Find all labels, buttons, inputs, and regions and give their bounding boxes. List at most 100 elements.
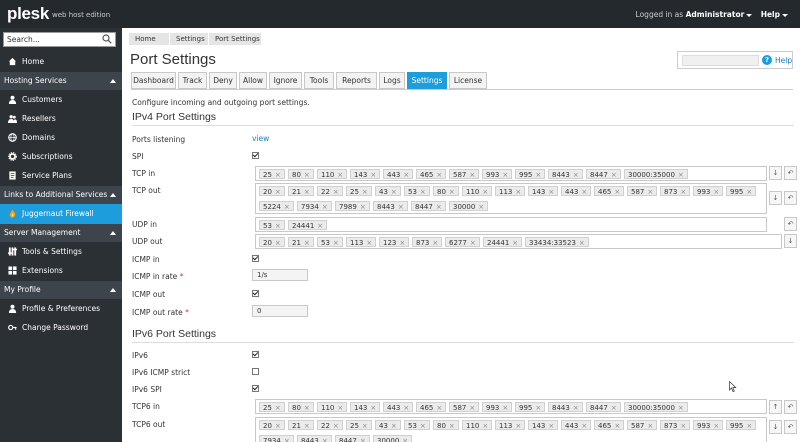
icmp-out-checkbox[interactable] xyxy=(252,290,259,297)
collapse-icon[interactable] xyxy=(110,288,116,292)
port-tag[interactable]: 7934 × xyxy=(259,435,294,442)
chevron-down-icon[interactable] xyxy=(746,13,753,17)
icmp-in-checkbox[interactable] xyxy=(252,255,259,262)
port-tag[interactable]: 443 × xyxy=(561,420,592,430)
tcp-in-field[interactable]: 25 × 80 × 110 × 143 × 443 × 465 × 587 × 993 × 995 × 8443 × 8… xyxy=(255,166,767,181)
port-tag[interactable]: 53 × xyxy=(259,220,285,230)
port-tag[interactable]: 80 × xyxy=(433,186,459,196)
breadcrumb-port-settings[interactable]: Port Settings xyxy=(209,33,261,45)
remove-tag-icon[interactable]: × xyxy=(333,188,339,196)
sidebar-section-server[interactable]: Server Management xyxy=(0,224,122,242)
remove-tag-icon[interactable]: × xyxy=(680,422,686,430)
reset-button[interactable]: ↶ xyxy=(784,420,797,434)
tab-reports[interactable]: Reports xyxy=(336,72,377,89)
search-icon[interactable] xyxy=(102,34,112,44)
sidebar-item-juggernaut[interactable]: Juggernaut Firewall xyxy=(0,204,122,224)
port-tag[interactable]: 24441 × xyxy=(288,220,328,230)
help-menu[interactable]: Help xyxy=(761,10,780,19)
port-tag[interactable]: 113 × xyxy=(495,420,526,430)
port-tag[interactable]: 20 × xyxy=(259,237,285,247)
icmp-out-rate-input[interactable]: 0 xyxy=(252,305,308,317)
remove-tag-icon[interactable]: × xyxy=(370,171,376,179)
remove-tag-icon[interactable]: × xyxy=(304,188,310,196)
remove-tag-icon[interactable]: × xyxy=(432,239,438,247)
tab-license[interactable]: License xyxy=(449,72,487,89)
sidebar-section-hosting[interactable]: Hosting Services xyxy=(0,72,122,90)
port-tag[interactable]: 22 × xyxy=(317,186,343,196)
port-tag[interactable]: 587 × xyxy=(627,186,658,196)
ipv6-icmp-strict-checkbox[interactable] xyxy=(252,368,259,375)
tcp-out-field[interactable]: 20 × 21 × 22 × 25 × 43 × 53 × 80 × 110 × 113 × 143 × 443 × 465… xyxy=(255,183,767,214)
remove-tag-icon[interactable]: × xyxy=(647,422,653,430)
collapse-icon[interactable] xyxy=(110,79,116,83)
remove-tag-icon[interactable]: × xyxy=(284,203,290,211)
port-tag[interactable]: 8447 × xyxy=(411,201,446,211)
remove-tag-icon[interactable]: × xyxy=(436,203,442,211)
remove-tag-icon[interactable]: × xyxy=(402,437,408,442)
remove-tag-icon[interactable]: × xyxy=(573,171,579,179)
port-tag[interactable]: 80 × xyxy=(433,420,459,430)
remove-tag-icon[interactable]: × xyxy=(647,188,653,196)
remove-tag-icon[interactable]: × xyxy=(482,422,488,430)
port-tag[interactable]: 993 × xyxy=(693,420,724,430)
remove-tag-icon[interactable]: × xyxy=(284,437,290,442)
remove-tag-icon[interactable]: × xyxy=(337,171,343,179)
reset-button[interactable]: ↶ xyxy=(784,191,797,205)
tab-logs[interactable]: Logs xyxy=(379,72,405,89)
remove-tag-icon[interactable]: × xyxy=(512,239,518,247)
port-tag[interactable]: 465 × xyxy=(416,402,447,412)
remove-tag-icon[interactable]: × xyxy=(502,171,508,179)
remove-tag-icon[interactable]: × xyxy=(579,239,585,247)
port-tag[interactable]: 20 × xyxy=(259,420,285,430)
collapse-icon[interactable] xyxy=(110,193,116,197)
breadcrumb-home[interactable]: Home xyxy=(129,33,169,45)
port-tag[interactable]: 587 × xyxy=(449,402,480,412)
remove-tag-icon[interactable]: × xyxy=(548,422,554,430)
tcp6-in-field[interactable]: 25 × 80 × 110 × 143 × 443 × 465 × 587 × 993 × 995 × 8443 × 8… xyxy=(255,399,767,414)
remove-tag-icon[interactable]: × xyxy=(502,404,508,412)
port-tag[interactable]: 8447 × xyxy=(586,402,621,412)
sidebar-item-change-password[interactable]: Change Password xyxy=(0,318,122,337)
port-tag[interactable]: 873 × xyxy=(660,420,691,430)
remove-tag-icon[interactable]: × xyxy=(746,422,752,430)
icmp-in-rate-input[interactable]: 1/s xyxy=(252,269,308,281)
sort-button[interactable]: ↓ xyxy=(769,191,782,205)
user-menu[interactable]: Administrator xyxy=(686,10,745,19)
remove-tag-icon[interactable]: × xyxy=(275,422,281,430)
sidebar-item-extensions[interactable]: Extensions xyxy=(0,261,122,280)
port-tag[interactable]: 30000:35000 × xyxy=(624,169,688,179)
port-tag[interactable]: 143 × xyxy=(350,169,381,179)
remove-tag-icon[interactable]: × xyxy=(614,422,620,430)
port-tag[interactable]: 587 × xyxy=(627,420,658,430)
remove-tag-icon[interactable]: × xyxy=(611,171,617,179)
port-tag[interactable]: 587 × xyxy=(449,169,480,179)
remove-tag-icon[interactable]: × xyxy=(470,239,476,247)
tab-deny[interactable]: Deny xyxy=(209,72,237,89)
remove-tag-icon[interactable]: × xyxy=(304,171,310,179)
port-tag[interactable]: 30000:35000 × xyxy=(624,402,688,412)
tab-ignore[interactable]: Ignore xyxy=(269,72,302,89)
remove-tag-icon[interactable]: × xyxy=(713,188,719,196)
remove-tag-icon[interactable]: × xyxy=(275,222,281,230)
plesk-logo[interactable]: plesk xyxy=(7,4,49,24)
tab-settings[interactable]: Settings xyxy=(407,72,447,89)
sort-button[interactable]: ↓ xyxy=(769,166,782,180)
port-tag[interactable]: 110 × xyxy=(462,186,493,196)
port-tag[interactable]: 5224 × xyxy=(259,201,294,211)
remove-tag-icon[interactable]: × xyxy=(304,404,310,412)
breadcrumb-settings[interactable]: Settings xyxy=(170,33,208,45)
port-tag[interactable]: 6277 × xyxy=(445,237,480,247)
remove-tag-icon[interactable]: × xyxy=(370,404,376,412)
port-tag[interactable]: 7989 × xyxy=(335,201,370,211)
port-tag[interactable]: 22 × xyxy=(317,420,343,430)
view-ports-link[interactable]: view xyxy=(252,134,269,143)
reset-button[interactable]: ↶ xyxy=(784,400,797,414)
port-tag[interactable]: 53 × xyxy=(404,420,430,430)
port-tag[interactable]: 21 × xyxy=(288,186,314,196)
remove-tag-icon[interactable]: × xyxy=(304,422,310,430)
port-tag[interactable]: 8447 × xyxy=(335,435,370,442)
remove-tag-icon[interactable]: × xyxy=(611,404,617,412)
port-tag[interactable]: 995 × xyxy=(515,402,546,412)
port-tag[interactable]: 443 × xyxy=(561,186,592,196)
remove-tag-icon[interactable]: × xyxy=(614,188,620,196)
